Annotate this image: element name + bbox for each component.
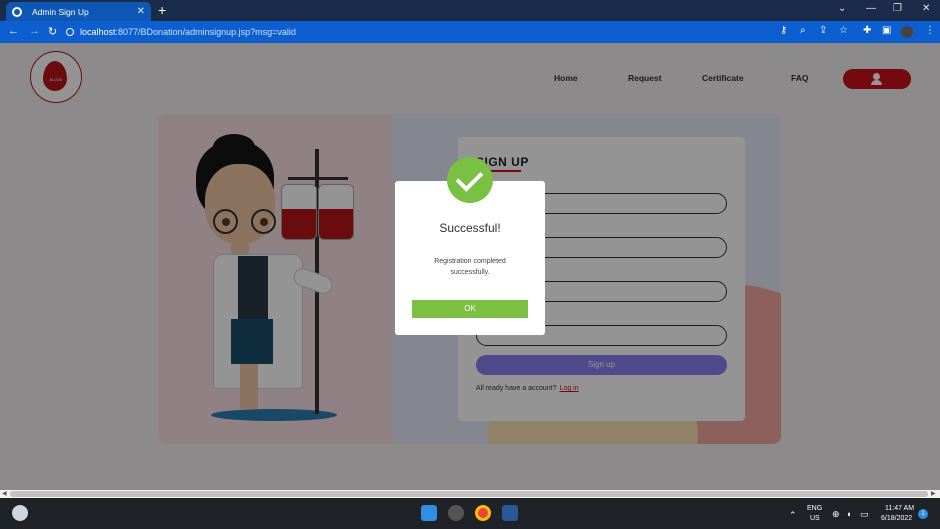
- scrollbar-thumb[interactable]: [10, 491, 928, 497]
- extensions-icon[interactable]: ✚: [863, 25, 871, 36]
- share-icon[interactable]: ⇪: [819, 25, 827, 36]
- horizontal-scrollbar[interactable]: ◀ ▶: [0, 490, 940, 498]
- ok-button[interactable]: OK: [412, 300, 528, 318]
- tab-admin-sign-up[interactable]: Admin Sign Up ✕: [6, 2, 151, 21]
- chevron-up-icon[interactable]: ⌃: [789, 510, 797, 521]
- key-icon[interactable]: ⚷: [780, 25, 787, 36]
- tab-title: Admin Sign Up: [32, 6, 89, 17]
- tab-close-icon[interactable]: ✕: [137, 6, 145, 17]
- notification-badge[interactable]: 1: [918, 509, 928, 519]
- success-dialog: Successful! Registration completed succe…: [395, 181, 545, 335]
- dialog-title: Successful!: [439, 221, 501, 235]
- clock-time[interactable]: 11:47 AM: [885, 505, 914, 512]
- clock-date[interactable]: 6/18/2022: [881, 515, 912, 522]
- menu-kebab-icon[interactable]: ⋮: [925, 25, 935, 36]
- lang-bottom[interactable]: US: [810, 515, 820, 522]
- tab-search-icon[interactable]: ⌄: [838, 3, 846, 14]
- settings-gear-icon[interactable]: [448, 505, 464, 521]
- scroll-right-icon[interactable]: ▶: [931, 490, 936, 497]
- tab-strip: Admin Sign Up ✕ + ⌄ — ❐ ✕: [0, 0, 940, 21]
- weather-icon[interactable]: [12, 505, 28, 521]
- profile-avatar[interactable]: [901, 26, 913, 38]
- word-icon[interactable]: [502, 505, 518, 521]
- reload-icon[interactable]: ↻: [48, 25, 57, 38]
- bookmark-star-icon[interactable]: ☆: [839, 25, 848, 36]
- success-check-icon: [447, 157, 493, 203]
- chrome-icon[interactable]: [475, 505, 491, 521]
- minimize-button[interactable]: —: [866, 3, 876, 14]
- close-window-button[interactable]: ✕: [922, 3, 930, 14]
- new-tab-button[interactable]: +: [158, 2, 166, 18]
- restore-button[interactable]: ❐: [893, 3, 902, 14]
- network-icon[interactable]: ⊕: [832, 509, 840, 520]
- back-icon[interactable]: ←: [8, 25, 19, 37]
- start-button-icon[interactable]: [421, 505, 437, 521]
- lang-top[interactable]: ENG: [807, 505, 822, 512]
- dialog-message: Registration completed successfully.: [434, 258, 506, 276]
- forward-icon[interactable]: →: [29, 25, 40, 37]
- url-host: localhost: [80, 27, 116, 37]
- url-path: :8077/BDonation/adminsignup.jsp?msg=vali…: [115, 27, 296, 37]
- address-bar-row: ← → ↻ localhost:8077/BDonation/adminsign…: [0, 21, 940, 43]
- url-field[interactable]: localhost:8077/BDonation/adminsignup.jsp…: [66, 24, 766, 40]
- zoom-icon[interactable]: ⌕: [800, 25, 806, 36]
- taskbar: [0, 498, 940, 529]
- battery-icon[interactable]: ▭: [860, 509, 869, 520]
- globe-icon: [12, 6, 22, 17]
- side-panel-icon[interactable]: ▣: [882, 25, 891, 36]
- volume-icon[interactable]: ◖: [846, 509, 851, 519]
- scroll-left-icon[interactable]: ◀: [2, 490, 7, 497]
- site-info-icon[interactable]: [66, 28, 74, 36]
